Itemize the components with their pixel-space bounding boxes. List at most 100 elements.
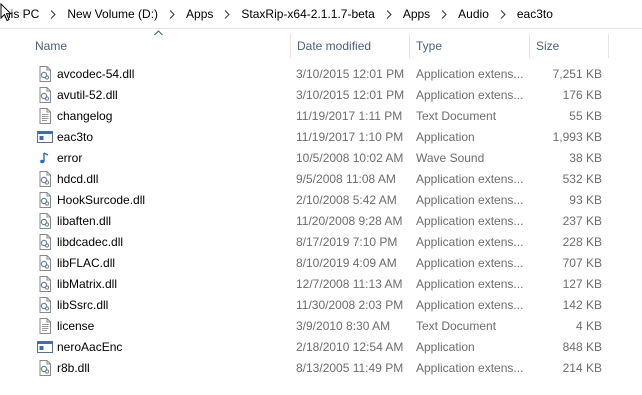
file-row[interactable]: eac3to 11/19/2017 1:10 PM Application 1,993… [0, 127, 642, 148]
file-name: avcodec-54.dll [57, 67, 135, 81]
file-row[interactable]: libFLAC.dll 8/10/2019 4:09 AM Application … [0, 253, 642, 274]
file-name: neroAacEnc [57, 340, 123, 354]
file-date-modified: 3/10/2015 12:01 PM [296, 67, 405, 81]
file-list: avcodec-54.dll 3/10/2015 12:01 PM Applicat… [0, 64, 642, 379]
file-date-modified: 11/19/2017 1:11 PM [296, 109, 403, 123]
application-icon [37, 339, 53, 355]
column-header-name[interactable]: Name [29, 34, 291, 58]
file-row[interactable]: r8b.dll 8/13/2005 11:49 PM Application ext… [0, 358, 642, 379]
mouse-cursor-icon [0, 3, 12, 22]
file-date-modified: 10/5/2008 10:02 AM [296, 151, 404, 165]
file-row[interactable]: libaften.dll 11/20/2008 9:28 AM Applicatio… [0, 211, 642, 232]
file-type: Wave Sound [416, 151, 485, 165]
file-type: Application extens... [416, 235, 524, 249]
chevron-right-icon[interactable] [384, 9, 394, 19]
column-header-date-modified[interactable]: Date modified [291, 34, 410, 58]
file-date-modified: 8/10/2019 4:09 AM [296, 256, 397, 270]
chevron-right-icon[interactable] [167, 9, 177, 19]
file-date-modified: 11/19/2017 1:10 PM [296, 130, 404, 144]
file-size: 532 KB [562, 172, 602, 186]
file-type: Application extens... [416, 172, 524, 186]
file-name: hdcd.dll [57, 172, 99, 186]
column-header-row: Name Date modified Type Size [0, 34, 642, 58]
file-size: 7,251 KB [552, 67, 602, 81]
file-type: Text Document [416, 109, 497, 123]
breadcrumb-item[interactable]: StaxRip-x64-2.1.1.7-beta [237, 7, 378, 21]
file-type: Application extens... [416, 298, 524, 312]
dll-icon [37, 360, 53, 376]
dll-icon [37, 213, 53, 229]
file-date-modified: 2/18/2010 12:54 AM [296, 340, 404, 354]
file-type: Application extens... [416, 256, 524, 270]
file-date-modified: 9/5/2008 11:08 AM [296, 172, 396, 186]
file-size: 55 KB [569, 109, 602, 123]
breadcrumb-item[interactable]: Audio [454, 7, 493, 21]
file-type: Application [416, 130, 475, 144]
file-name: r8b.dll [57, 361, 90, 375]
file-row[interactable]: libSsrc.dll 11/30/2008 2:03 PM Application… [0, 295, 642, 316]
file-size: 38 KB [569, 151, 602, 165]
file-type: Application extens... [416, 67, 524, 81]
file-name: eac3to [57, 130, 94, 144]
file-name: HookSurcode.dll [57, 193, 146, 207]
breadcrumb-item[interactable]: Apps [399, 7, 434, 21]
column-header-size[interactable]: Size [530, 34, 609, 58]
file-size: 176 KB [562, 88, 602, 102]
chevron-right-icon[interactable] [439, 9, 449, 19]
application-icon [37, 129, 53, 145]
file-size: 228 KB [562, 235, 602, 249]
file-type: Application extens... [416, 361, 524, 375]
file-date-modified: 3/9/2010 8:30 AM [296, 319, 391, 333]
file-row[interactable]: avcodec-54.dll 3/10/2015 12:01 PM Applicat… [0, 64, 642, 85]
file-name: error [57, 151, 83, 165]
file-row[interactable]: HookSurcode.dll 2/10/2008 5:42 AM Applicat… [0, 190, 642, 211]
dll-icon [37, 171, 53, 187]
file-row[interactable]: changelog 11/19/2017 1:11 PM Text Document… [0, 106, 642, 127]
dll-icon [37, 234, 53, 250]
file-name: libdcadec.dll [57, 235, 124, 249]
column-header-type[interactable]: Type [410, 34, 530, 58]
file-row[interactable]: license 3/9/2010 8:30 AM Text Document 4 KB [0, 316, 642, 337]
file-date-modified: 11/20/2008 9:28 AM [296, 214, 403, 228]
breadcrumb-item[interactable]: Apps [182, 7, 217, 21]
dll-icon [37, 66, 53, 82]
dll-icon [37, 297, 53, 313]
file-row[interactable]: error 10/5/2008 10:02 AM Wave Sound 38 KB [0, 148, 642, 169]
file-row[interactable]: neroAacEnc 2/18/2010 12:54 AM Application 8… [0, 337, 642, 358]
file-size: 4 KB [575, 319, 602, 333]
file-name: libMatrix.dll [57, 277, 118, 291]
sort-ascending-icon [154, 30, 163, 36]
file-date-modified: 12/7/2008 11:13 AM [296, 277, 403, 291]
file-row[interactable]: hdcd.dll 9/5/2008 11:08 AM Application ext… [0, 169, 642, 190]
chevron-right-icon[interactable] [48, 9, 58, 19]
file-date-modified: 2/10/2008 5:42 AM [296, 193, 397, 207]
dll-icon [37, 255, 53, 271]
file-type: Application extens... [416, 88, 524, 102]
file-type: Application extens... [416, 214, 524, 228]
file-date-modified: 8/13/2005 11:49 PM [296, 361, 404, 375]
chevron-right-icon[interactable] [498, 9, 508, 19]
file-name: libaften.dll [57, 214, 112, 228]
file-size: 237 KB [562, 214, 602, 228]
file-row[interactable]: avutil-52.dll 3/10/2015 12:01 PM Applicati… [0, 85, 642, 106]
chevron-right-icon[interactable] [222, 9, 232, 19]
breadcrumb-item[interactable]: eac3to [513, 7, 557, 21]
text-document-icon [37, 108, 53, 124]
file-type: Application extens... [416, 277, 524, 291]
file-name: license [57, 319, 95, 333]
file-row[interactable]: libdcadec.dll 8/17/2019 7:10 PM Applicatio… [0, 232, 642, 253]
file-size: 707 KB [562, 256, 602, 270]
file-size: 214 KB [562, 361, 602, 375]
file-date-modified: 3/10/2015 12:01 PM [296, 88, 405, 102]
dll-icon [37, 87, 53, 103]
dll-icon [37, 276, 53, 292]
file-date-modified: 8/17/2019 7:10 PM [296, 235, 398, 249]
breadcrumb-item[interactable]: New Volume (D:) [63, 7, 162, 21]
file-row[interactable]: libMatrix.dll 12/7/2008 11:13 AM Applicati… [0, 274, 642, 295]
dll-icon [37, 192, 53, 208]
file-name: avutil-52.dll [57, 88, 118, 102]
file-size: 848 KB [562, 340, 602, 354]
wave-sound-icon [37, 150, 53, 166]
file-date-modified: 11/30/2008 2:03 PM [296, 298, 404, 312]
file-type: Text Document [416, 319, 497, 333]
